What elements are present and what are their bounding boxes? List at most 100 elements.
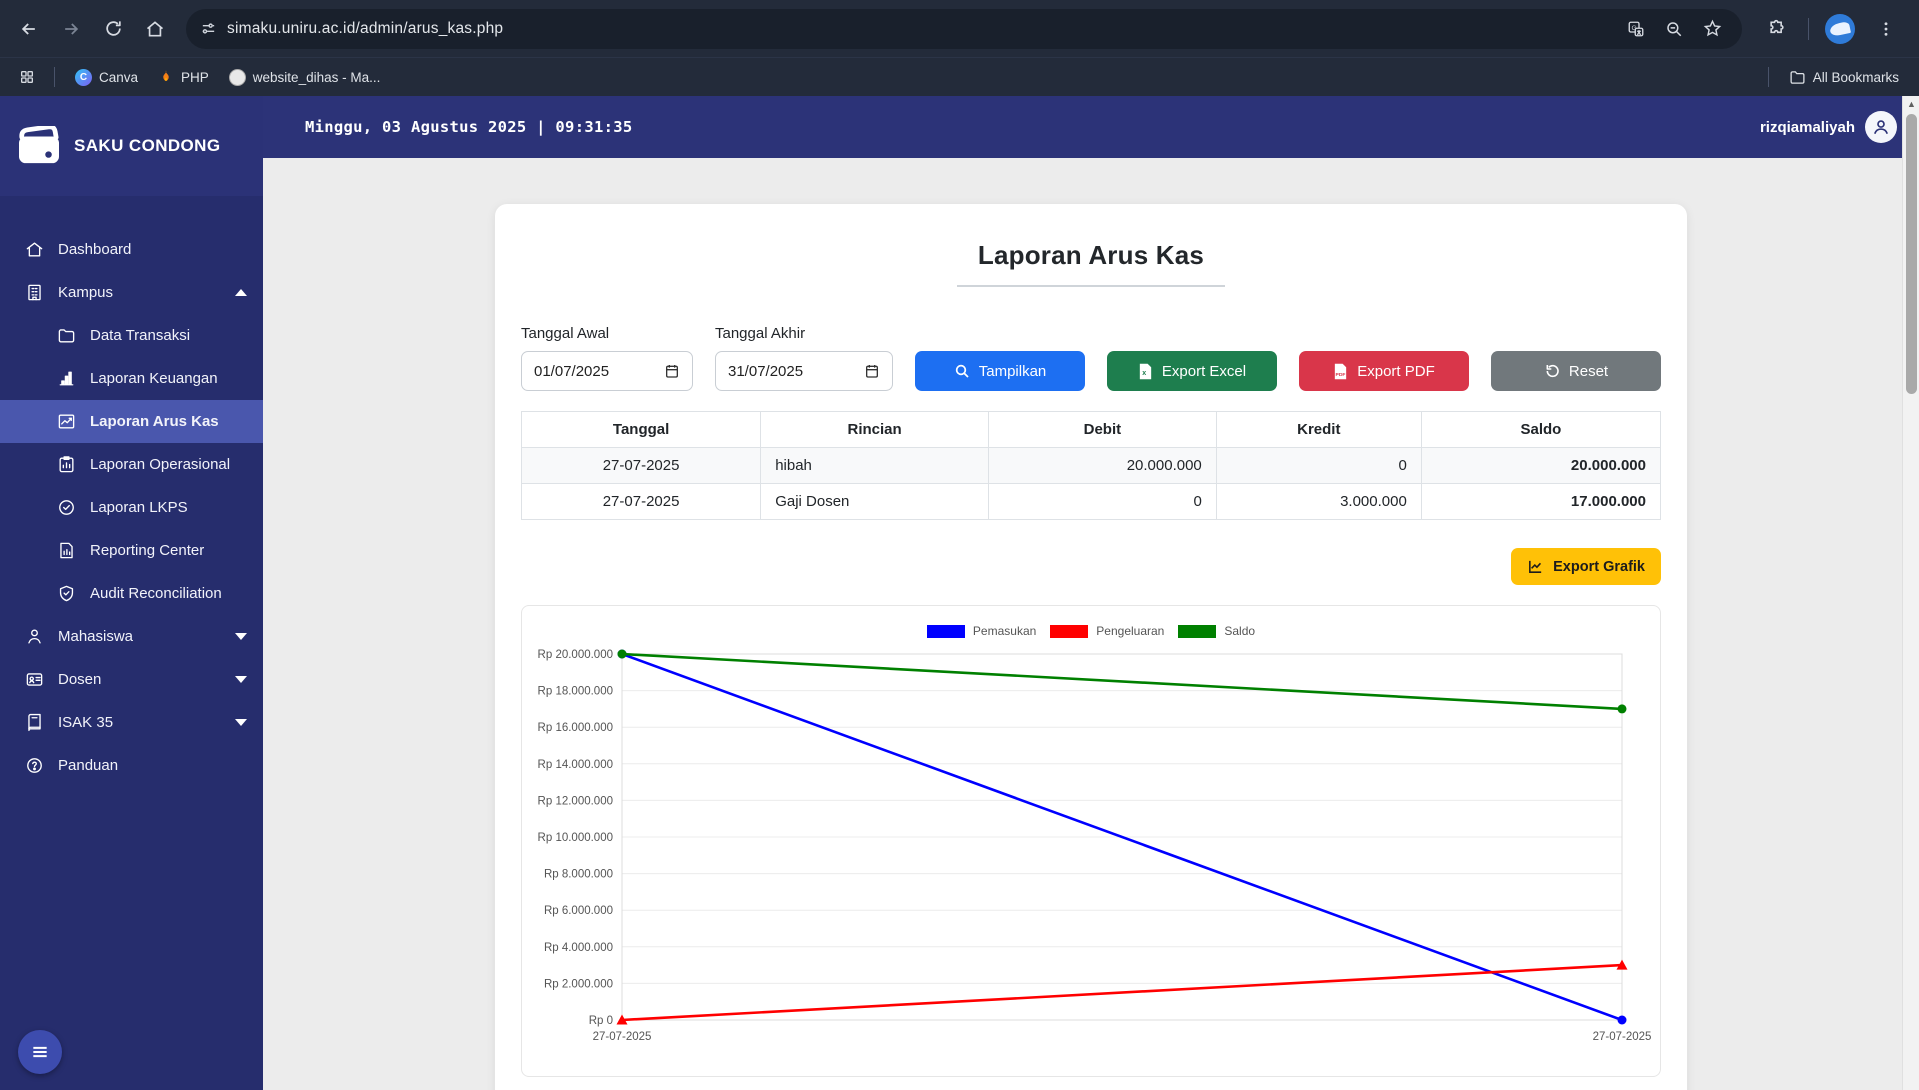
sidebar-item-label: Kampus — [58, 284, 114, 301]
table-header-saldo: Saldo — [1420, 411, 1662, 448]
site-info-icon[interactable] — [200, 20, 217, 37]
bookmark-label: Canva — [99, 69, 139, 85]
shield-check-icon — [56, 584, 76, 603]
chevron-down-icon — [235, 633, 247, 640]
y-tick-label: Rp 14.000.000 — [538, 759, 613, 771]
y-tick-label: Rp 4.000.000 — [544, 942, 613, 954]
export-excel-button[interactable]: x Export Excel — [1107, 351, 1277, 391]
sidebar-item-label: Dashboard — [58, 241, 132, 258]
building-icon — [24, 283, 44, 302]
table-row: 27-07-2025 hibah 20.000.000 0 20.000.000 — [520, 447, 1662, 484]
calendar-icon[interactable] — [864, 363, 880, 379]
export-grafik-label: Export Grafik — [1553, 558, 1645, 575]
bookmark-item[interactable]: website_dihas - Ma... — [221, 65, 389, 90]
tampilkan-label: Tampilkan — [978, 362, 1047, 380]
sidebar-item-laporan-keuangan[interactable]: Laporan Keuangan — [0, 357, 263, 400]
search-icon — [955, 364, 969, 378]
x-tick-label: 27-07-2025 — [593, 1031, 652, 1043]
cashflow-chart[interactable]: Rp 0 Rp 2.000.000 Rp 4.000.000 Rp 6.000.000… — [522, 642, 1668, 1066]
zoom-button[interactable] — [1658, 13, 1690, 45]
reset-button[interactable]: Reset — [1491, 351, 1661, 391]
menu-kebab-button[interactable] — [1867, 10, 1905, 48]
bookmark-label: website_dihas - Ma... — [252, 69, 381, 85]
data-point-pemasukan[interactable] — [1617, 1015, 1627, 1025]
cashflow-table: Tanggal Rincian Debit Kredit Saldo 27-07-202… — [520, 411, 1662, 520]
sidebar-item-dashboard[interactable]: Dashboard — [0, 228, 263, 271]
y-tick-label: Rp 16.000.000 — [538, 722, 613, 734]
start-date-label: Tanggal Awal — [521, 325, 610, 342]
sidebar-toggle-button[interactable] — [18, 1030, 62, 1074]
data-point-saldo[interactable] — [1617, 704, 1627, 714]
sidebar-item-laporan-lkps[interactable]: Laporan LKPS — [0, 486, 263, 529]
all-bookmarks-button[interactable]: All Bookmarks — [1781, 65, 1907, 90]
forward-icon — [65, 22, 79, 35]
scroll-up-arrow[interactable]: ▲ — [1903, 96, 1919, 112]
legend-item-pemasukan[interactable]: Pemasukan — [926, 624, 1036, 638]
legend-item-saldo[interactable]: Saldo — [1178, 624, 1255, 638]
bookmark-label: PHP — [181, 69, 209, 85]
forward-button[interactable] — [52, 10, 90, 48]
divider — [54, 67, 55, 87]
scrollbar-thumb[interactable] — [1906, 114, 1917, 394]
line-chart-icon — [56, 412, 76, 431]
back-icon — [21, 22, 35, 35]
table-cell: 17.000.000 — [1420, 483, 1662, 520]
reset-label: Reset — [1568, 362, 1609, 380]
start-date-value: 01/07/2025 — [534, 362, 610, 380]
export-pdf-button[interactable]: PDF Export PDF — [1299, 351, 1469, 391]
kebab-icon — [1884, 21, 1888, 36]
bookmark-star-button[interactable] — [1696, 13, 1728, 45]
legend-swatch — [1050, 624, 1089, 638]
brand-block[interactable]: SAKU CONDONG — [0, 96, 263, 196]
translate-icon: G — [1628, 21, 1644, 36]
sidebar-item-label: Laporan Operasional — [90, 456, 231, 473]
user-avatar-button[interactable] — [1865, 111, 1897, 143]
svg-text:PDF: PDF — [1336, 371, 1346, 377]
back-button[interactable] — [10, 10, 48, 48]
reload-icon — [105, 21, 121, 36]
calendar-icon[interactable] — [664, 363, 680, 379]
translate-button[interactable]: G — [1620, 13, 1652, 45]
export-grafik-button[interactable]: Export Grafik — [1511, 548, 1661, 585]
legend-item-pengeluaran[interactable]: Pengeluaran — [1050, 624, 1164, 638]
sidebar-item-laporan-operasional[interactable]: Laporan Operasional — [0, 443, 263, 486]
url-text: simaku.uniru.ac.id/admin/arus_kas.php — [227, 19, 504, 37]
bookmark-item[interactable]: C Canva — [67, 65, 146, 90]
extensions-button[interactable] — [1758, 10, 1796, 48]
sidebar-item-laporan-arus-kas[interactable]: Laporan Arus Kas — [0, 400, 263, 443]
wallet-logo-icon — [19, 126, 59, 164]
data-point-saldo[interactable] — [617, 649, 627, 659]
sidebar-item-kampus[interactable]: Kampus — [0, 271, 263, 314]
y-tick-label: Rp 20.000.000 — [538, 649, 613, 661]
home-icon — [146, 20, 164, 36]
sidebar-item-panduan[interactable]: Panduan — [0, 744, 263, 787]
sidebar-item-isak-35[interactable]: ISAK 35 — [0, 701, 263, 744]
person-icon — [24, 627, 44, 646]
all-bookmarks-label: All Bookmarks — [1812, 69, 1899, 85]
bookmark-item[interactable]: PHP — [150, 65, 217, 89]
sidebar-item-data-transaksi[interactable]: Data Transaksi — [0, 314, 263, 357]
profile-button[interactable] — [1821, 10, 1859, 48]
url-bar[interactable]: simaku.uniru.ac.id/admin/arus_kas.php G — [186, 8, 1742, 49]
y-tick-label: Rp 10.000.000 — [538, 832, 613, 844]
sidebar: SAKU CONDONG Dashboard Kampus Data Transak… — [0, 96, 263, 1090]
sidebar-item-dosen[interactable]: Dosen — [0, 658, 263, 701]
chevron-up-icon — [235, 289, 247, 296]
home-button[interactable] — [136, 10, 174, 48]
filter-row: Tanggal Awal 01/07/2025 Tanggal Akhir 31… — [521, 325, 1661, 391]
sidebar-item-mahasiswa[interactable]: Mahasiswa — [0, 615, 263, 658]
end-date-input[interactable]: 31/07/2025 — [715, 351, 893, 391]
x-tick-label: 27-07-2025 — [1593, 1031, 1652, 1043]
canva-icon: C — [75, 68, 92, 86]
tampilkan-button[interactable]: Tampilkan — [915, 351, 1085, 391]
sidebar-item-reporting-center[interactable]: Reporting Center — [0, 529, 263, 572]
sidebar-item-audit-reconciliation[interactable]: Audit Reconciliation — [0, 572, 263, 615]
apps-grid-button[interactable] — [12, 62, 42, 92]
sidebar-item-label: Laporan Keuangan — [90, 370, 218, 387]
reload-button[interactable] — [94, 10, 132, 48]
page-scrollbar[interactable]: ▲ — [1902, 96, 1919, 1090]
start-date-input[interactable]: 01/07/2025 — [521, 351, 693, 391]
table-row: 27-07-2025 Gaji Dosen 0 3.000.000 17.000.000 — [520, 483, 1662, 520]
xampp-flame-icon — [163, 70, 169, 81]
datetime-text: Minggu, 03 Agustus 2025 | 09:31:35 — [305, 118, 633, 136]
